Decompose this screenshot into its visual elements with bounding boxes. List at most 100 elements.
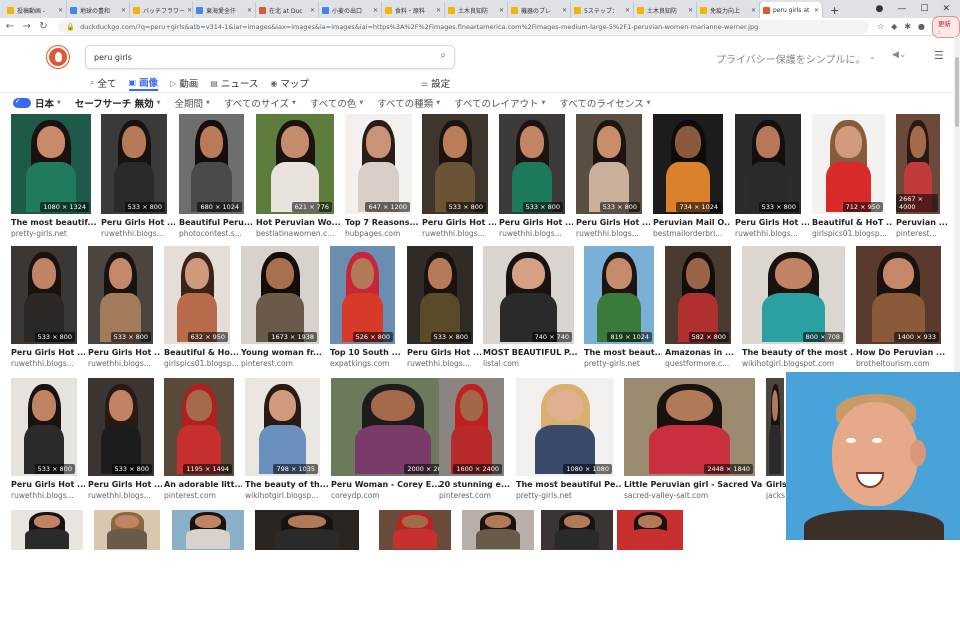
image-thumbnail[interactable] [94,510,160,550]
image-thumbnail[interactable]: 533 × 800 [11,378,77,476]
puzzle-icon[interactable]: ✱ [904,22,911,31]
browser-tab[interactable]: 小麦の出口 ✕ [319,2,382,18]
image-thumbnail[interactable]: 1400 × 933 [856,246,941,344]
image-title[interactable]: MOST BEAUTIFUL P... [483,348,582,357]
browser-tab[interactable]: 地球の豊和 ✕ [67,2,130,18]
image-source[interactable]: hubpages.com [345,229,420,238]
close-tab-icon[interactable]: ✕ [308,7,315,14]
image-title[interactable]: Peru Girls Hot ... [101,218,175,227]
image-thumbnail[interactable]: 740 × 740 [483,246,574,344]
image-title[interactable]: Amazonas in ... [665,348,739,357]
search-icon[interactable]: ⌕ [440,50,446,61]
image-source[interactable]: ruwethhi.blogs... [88,359,161,368]
image-thumbnail[interactable]: 1080 × 1080 [516,378,614,476]
image-source[interactable]: girlspics01.blogsp... [164,359,238,368]
image-source[interactable]: ruwethhi.blogs... [422,229,496,238]
image-thumbnail[interactable]: 2667 × 4000 [896,114,940,214]
image-source[interactable]: wikihotgirl.blogspot.com [742,359,853,368]
scrollbar-thumb[interactable] [955,57,959,127]
image-title[interactable]: The most beaut... [584,348,662,357]
image-title[interactable]: Peru Girls Hot ... [422,218,496,227]
browser-tab[interactable]: 土木良知防 ✕ [445,2,508,18]
close-tab-icon[interactable]: ✕ [560,7,567,14]
image-source[interactable]: ruwethhi.blogs... [407,359,481,368]
image-thumbnail[interactable]: 680 × 1024 [179,114,244,214]
image-source[interactable]: ruwethhi.blogs... [499,229,573,238]
image-title[interactable]: The beauty of th... [245,480,328,489]
image-title[interactable]: Peru Girls Hot ... [576,218,650,227]
close-tab-icon[interactable]: ✕ [686,7,693,14]
image-title[interactable]: Beautiful Peru... [179,218,252,227]
close-tab-icon[interactable]: ✕ [245,7,252,14]
image-thumbnail[interactable]: 533 × 800 [407,246,473,344]
close-tab-icon[interactable]: ✕ [371,7,378,14]
browser-tab[interactable]: 5ステップ： ✕ [571,2,634,18]
search-box[interactable]: peru girls ⌕ [85,45,455,69]
image-thumbnail[interactable] [462,510,534,550]
close-tab-icon[interactable]: ✕ [434,7,441,14]
image-title[interactable]: Peruvian Mail O... [653,218,731,227]
image-thumbnail[interactable] [541,510,613,550]
close-tab-icon[interactable]: ✕ [185,7,192,14]
image-source[interactable]: pinterest.com [439,491,512,500]
image-thumbnail[interactable]: 533 × 800 [88,246,153,344]
image-thumbnail[interactable]: 1673 × 1938 [241,246,319,344]
image-source[interactable]: pretty-girls.net [11,229,99,238]
tab-all[interactable]: ⌕ 全て [90,75,117,91]
image-title[interactable]: Peru Girls Hot ... [407,348,481,357]
image-title[interactable]: Hot Peruvian Wo... [256,218,342,227]
image-thumbnail[interactable] [617,510,683,550]
browser-tab[interactable]: 土木良知防 ✕ [634,2,697,18]
image-title[interactable]: Peru Girls Hot ... [88,480,162,489]
image-thumbnail[interactable]: 2000 × 2000 [331,378,455,476]
back-icon[interactable]: ← [3,21,17,32]
time-filter[interactable]: 全期間 ▼ [174,96,209,110]
image-source[interactable]: ruwethhi.blogs... [101,229,175,238]
image-title[interactable]: An adorable litt... [164,480,242,489]
image-thumbnail[interactable]: 712 × 950 [812,114,885,214]
image-thumbnail[interactable]: 2448 × 1840 [624,378,755,476]
avatar[interactable]: ● [918,22,925,31]
browser-tab[interactable]: 投稿動画 - ✕ [4,2,67,18]
browser-tab[interactable]: 東海愛全仟 ✕ [193,2,256,18]
image-thumbnail[interactable] [379,510,451,550]
profile-icon[interactable]: ● [876,4,884,14]
image-thumbnail[interactable]: 533 × 800 [576,114,642,214]
image-title[interactable]: Peru Girls Hot ... [11,480,85,489]
image-thumbnail[interactable]: 1600 × 2400 [439,378,504,476]
close-tab-icon[interactable]: ✕ [812,7,819,14]
image-title[interactable]: The most beautiful Pe... [516,480,622,489]
image-source[interactable]: photocontest.s... [179,229,252,238]
close-tab-icon[interactable]: ✕ [56,7,63,14]
image-title[interactable]: Peru Girls Hot ... [735,218,809,227]
close-tab-icon[interactable]: ✕ [623,7,630,14]
image-thumbnail[interactable] [255,510,359,550]
image-thumbnail[interactable]: 819 × 1024 [584,246,654,344]
region-toggle[interactable] [13,97,31,108]
tab-images[interactable]: ▣ 画像 [128,75,159,91]
image-source[interactable]: bestmailorderbri... [653,229,731,238]
image-source[interactable]: ruwethhi.blogs... [735,229,809,238]
image-source[interactable]: pinterest.com [164,491,242,500]
image-thumbnail[interactable]: 647 × 1200 [345,114,412,214]
browser-tab[interactable]: 在北 at Duc ✕ [256,2,319,18]
settings-button[interactable]: ⚌ 設定 [421,75,450,91]
image-source[interactable]: listal.com [483,359,582,368]
new-tab-button[interactable]: + [823,2,846,18]
star-icon[interactable]: ☆ [877,22,884,31]
image-title[interactable]: Young woman fr... [241,348,327,357]
minimize-icon[interactable]: — [897,4,906,14]
image-source[interactable]: ruwethhi.blogs... [11,491,85,500]
size-filter[interactable]: すべてのサイズ ▼ [224,96,296,110]
image-source[interactable]: wikihotgirl.blogsp... [245,491,328,500]
image-title[interactable]: How Do Peruvian ... [856,348,949,357]
close-window-icon[interactable]: ✕ [942,4,950,14]
image-thumbnail[interactable]: 621 × 776 [256,114,334,214]
image-title[interactable]: Peru Girls Hot ... [88,348,161,357]
image-source[interactable]: sacred-valley-salt.com [624,491,763,500]
license-filter[interactable]: すべてのライセンス ▼ [559,96,650,110]
image-source[interactable]: pinterest... [896,229,948,238]
image-source[interactable]: expatkings.com [330,359,403,368]
close-tab-icon[interactable]: ✕ [119,7,126,14]
image-thumbnail[interactable]: 734 × 1024 [653,114,723,214]
